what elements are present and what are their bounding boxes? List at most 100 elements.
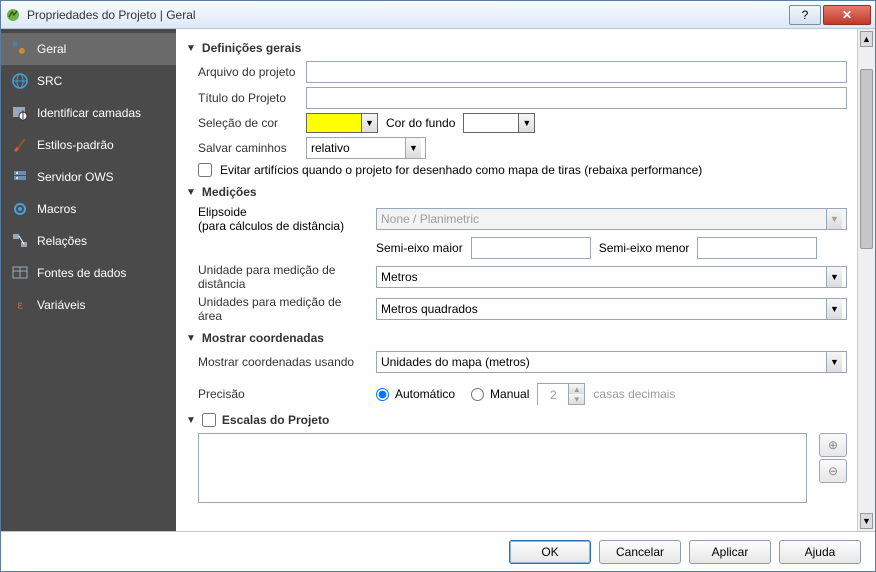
titlebar: Propriedades do Projeto | Geral ? ✕ xyxy=(1,1,875,29)
server-icon xyxy=(11,168,29,186)
window-title: Propriedades do Projeto | Geral xyxy=(27,8,789,22)
section-coords-header[interactable]: ▼ Mostrar coordenadas xyxy=(186,331,847,345)
globe-icon xyxy=(11,72,29,90)
app-icon xyxy=(5,7,21,23)
sidebar-item-label: Servidor OWS xyxy=(37,170,114,184)
area-unit-select[interactable]: Metros quadrados▼ xyxy=(376,298,847,320)
section-title: Medições xyxy=(202,185,257,199)
wrench-icon xyxy=(11,40,29,58)
precision-auto-radio[interactable] xyxy=(376,388,389,401)
chevron-down-icon: ▼ xyxy=(405,138,421,158)
cancel-button[interactable]: Cancelar xyxy=(599,540,681,564)
epsilon-icon: ε xyxy=(11,296,29,314)
semi-minor-input xyxy=(697,237,817,259)
dialog-footer: OK Cancelar Aplicar Ajuda xyxy=(1,531,875,571)
section-title: Escalas do Projeto xyxy=(222,413,329,427)
scroll-down-icon[interactable]: ▼ xyxy=(860,513,873,529)
vertical-scrollbar[interactable]: ▲ ▼ xyxy=(857,29,875,531)
sidebar-item-ows[interactable]: Servidor OWS xyxy=(1,161,176,193)
sidebar-item-label: Identificar camadas xyxy=(37,106,141,120)
collapse-icon: ▼ xyxy=(186,415,196,426)
content-panel: ▼ Definições gerais Arquivo do projeto T… xyxy=(176,29,857,531)
sidebar-item-label: Estilos-padrão xyxy=(37,138,114,152)
close-button[interactable]: ✕ xyxy=(823,5,871,25)
save-paths-label: Salvar caminhos xyxy=(198,141,298,155)
add-scale-button[interactable]: ⊕ xyxy=(819,433,847,457)
sidebar-item-variables[interactable]: ε Variáveis xyxy=(1,289,176,321)
precision-label: Precisão xyxy=(198,387,368,401)
sidebar-item-datasources[interactable]: Fontes de dados xyxy=(1,257,176,289)
apply-button[interactable]: Aplicar xyxy=(689,540,771,564)
gear-icon xyxy=(11,200,29,218)
sidebar-item-label: SRC xyxy=(37,74,62,88)
section-measure-header[interactable]: ▼ Medições xyxy=(186,185,847,199)
ellipsoid-sublabel: (para cálculos de distância) xyxy=(198,219,368,233)
ellipsoid-select[interactable]: None / Planimetric▼ xyxy=(376,208,847,230)
section-general-header[interactable]: ▼ Definições gerais xyxy=(186,41,847,55)
sidebar-item-macros[interactable]: Macros xyxy=(1,193,176,225)
project-scales-list[interactable] xyxy=(198,433,807,503)
relations-icon xyxy=(11,232,29,250)
help-button[interactable]: Ajuda xyxy=(779,540,861,564)
svg-text:ε: ε xyxy=(17,298,23,312)
collapse-icon: ▼ xyxy=(186,333,196,344)
bg-color-label: Cor do fundo xyxy=(386,116,455,130)
project-title-input[interactable] xyxy=(306,87,847,109)
sidebar-item-label: Relações xyxy=(37,234,87,248)
semi-major-input xyxy=(471,237,591,259)
section-scales-header[interactable]: ▼ Escalas do Projeto xyxy=(186,413,847,427)
bg-color-picker[interactable]: ▼ xyxy=(463,113,535,133)
show-coords-select[interactable]: Unidades do mapa (metros)▼ xyxy=(376,351,847,373)
scrollbar-thumb[interactable] xyxy=(860,69,873,249)
sidebar-item-label: Variáveis xyxy=(37,298,85,312)
plus-icon: ⊕ xyxy=(828,438,838,452)
precision-manual-radio[interactable] xyxy=(471,388,484,401)
project-properties-window: Propriedades do Projeto | Geral ? ✕ Gera… xyxy=(0,0,876,572)
scroll-up-icon[interactable]: ▲ xyxy=(860,31,873,47)
help-button[interactable]: ? xyxy=(789,5,821,25)
selection-color-label: Seleção de cor xyxy=(198,116,298,130)
minus-icon: ⊖ xyxy=(828,464,838,478)
chevron-down-icon: ▼ xyxy=(826,267,842,287)
area-unit-label: Unidades para medição de área xyxy=(198,295,368,323)
selection-color-picker[interactable]: ▼ xyxy=(306,113,378,133)
sidebar-item-crs[interactable]: SRC xyxy=(1,65,176,97)
project-scales-checkbox[interactable] xyxy=(202,413,216,427)
chevron-down-icon: ▼ xyxy=(569,394,584,404)
semi-major-label: Semi-eixo maior xyxy=(376,241,463,255)
avoid-artifacts-label: Evitar artifícios quando o projeto for d… xyxy=(220,163,702,177)
show-coords-label: Mostrar coordenadas usando xyxy=(198,355,368,369)
brush-icon xyxy=(11,136,29,154)
project-file-label: Arquivo do projeto xyxy=(198,65,298,79)
chevron-up-icon: ▲ xyxy=(569,384,584,394)
precision-auto-label: Automático xyxy=(395,387,455,401)
chevron-down-icon: ▼ xyxy=(826,352,842,372)
sidebar-item-label: Macros xyxy=(37,202,76,216)
identify-icon: i xyxy=(11,104,29,122)
sidebar-item-label: Geral xyxy=(37,42,66,56)
sidebar-item-general[interactable]: Geral xyxy=(1,33,176,65)
svg-text:i: i xyxy=(22,108,25,122)
collapse-icon: ▼ xyxy=(186,43,196,54)
precision-manual-label: Manual xyxy=(490,387,529,401)
chevron-down-icon: ▼ xyxy=(826,299,842,319)
section-title: Definições gerais xyxy=(202,41,301,55)
decimal-places-label: casas decimais xyxy=(593,387,675,401)
sidebar-item-identify[interactable]: i Identificar camadas xyxy=(1,97,176,129)
project-file-input[interactable] xyxy=(306,61,847,83)
sidebar-item-relations[interactable]: Relações xyxy=(1,225,176,257)
distance-unit-select[interactable]: Metros▼ xyxy=(376,266,847,288)
semi-minor-label: Semi-eixo menor xyxy=(599,241,690,255)
distance-unit-label: Unidade para medição de distância xyxy=(198,263,368,291)
sidebar-item-styles[interactable]: Estilos-padrão xyxy=(1,129,176,161)
save-paths-select[interactable]: relativo▼ xyxy=(306,137,426,159)
sidebar-item-label: Fontes de dados xyxy=(37,266,126,280)
ellipsoid-label: Elipsoide xyxy=(198,205,368,219)
remove-scale-button[interactable]: ⊖ xyxy=(819,459,847,483)
precision-spinbox: ▲▼ xyxy=(537,383,585,405)
section-title: Mostrar coordenadas xyxy=(202,331,324,345)
collapse-icon: ▼ xyxy=(186,187,196,198)
table-icon xyxy=(11,264,29,282)
ok-button[interactable]: OK xyxy=(509,540,591,564)
avoid-artifacts-checkbox[interactable] xyxy=(198,163,212,177)
